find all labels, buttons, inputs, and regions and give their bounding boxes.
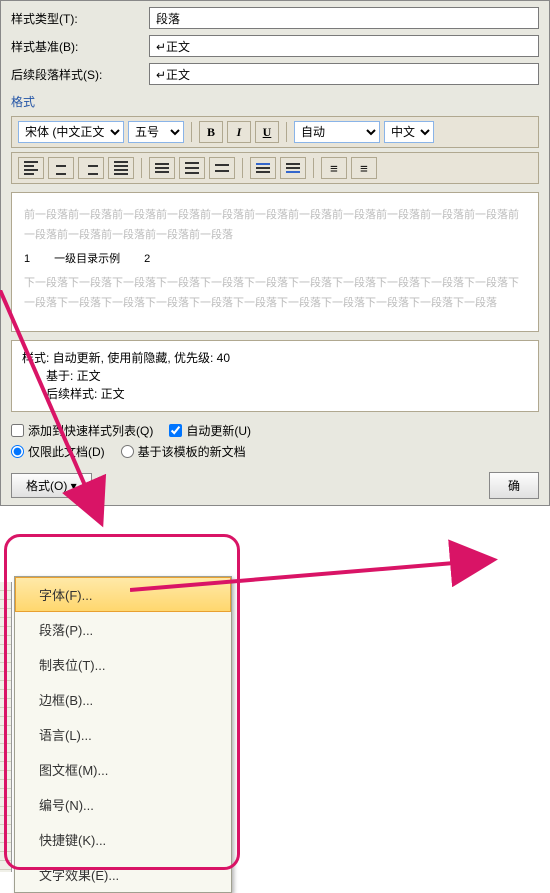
menu-numbering[interactable]: 编号(N)... [15,787,231,822]
bold-button[interactable]: B [199,121,223,143]
style-preview: 前一段落前一段落前一段落前一段落前一段落前一段落前一段落前一段落前一段落前一段落… [11,192,539,332]
menu-tabs[interactable]: 制表位(T)... [15,647,231,682]
only-this-doc-radio[interactable]: 仅限此文档(D) [11,443,105,460]
style-type-field[interactable] [149,7,539,29]
preview-after-text: 下一段落下一段落下一段落下一段落下一段落下一段落下一段落下一段落下一段落下一段落… [24,273,526,313]
style-info-box: 样式: 自动更新, 使用前隐藏, 优先级: 40 基于: 正文 后续样式: 正文 [11,340,539,412]
italic-button[interactable]: I [227,121,251,143]
preview-content-line: 1一级目录示例2 [24,249,526,269]
align-left-button[interactable] [18,157,44,179]
format-dropdown-menu: 字体(F)... 段落(P)... 制表位(T)... 边框(B)... 语言(… [14,576,232,893]
spacing-1-button[interactable] [149,157,175,179]
align-center-button[interactable] [48,157,74,179]
menu-font[interactable]: 字体(F)... [15,577,231,612]
align-justify-button[interactable] [108,157,134,179]
menu-shortcut[interactable]: 快捷键(K)... [15,822,231,857]
increase-indent-button[interactable]: ≡ [351,157,377,179]
decrease-before-button[interactable] [280,157,306,179]
add-quicklist-checkbox[interactable]: 添加到快速样式列表(Q) [11,422,153,439]
format-dropdown-button[interactable]: 格式(O) ▾ [11,473,92,498]
spacing-2-button[interactable] [209,157,235,179]
ok-button[interactable]: 确 [489,472,539,499]
font-family-select[interactable]: 宋体 (中文正文 [18,121,124,143]
style-base-label: 样式基准(B): [11,38,141,55]
menu-frame[interactable]: 图文框(M)... [15,752,231,787]
preview-before-text: 前一段落前一段落前一段落前一段落前一段落前一段落前一段落前一段落前一段落前一段落… [24,205,526,245]
follow-style-label: 后续段落样式(S): [11,66,141,83]
menu-paragraph[interactable]: 段落(P)... [15,612,231,647]
format-section-title: 格式 [11,93,539,110]
paragraph-toolbar: ≡ ≡ [11,152,539,184]
auto-update-checkbox[interactable]: 自动更新(U) [169,422,251,439]
menu-texteffect[interactable]: 文字效果(E)... [15,857,231,892]
vertical-ruler [0,582,12,872]
menu-language[interactable]: 语言(L)... [15,717,231,752]
style-type-label: 样式类型(T): [11,10,141,27]
menu-border[interactable]: 边框(B)... [15,682,231,717]
increase-before-button[interactable] [250,157,276,179]
lang-select[interactable]: 中文 [384,121,434,143]
align-right-button[interactable] [78,157,104,179]
spacing-15-button[interactable] [179,157,205,179]
style-base-field[interactable] [149,35,539,57]
follow-style-field[interactable] [149,63,539,85]
font-toolbar: 宋体 (中文正文 五号 B I U 自动 中文 [11,116,539,148]
underline-button[interactable]: U [255,121,279,143]
font-size-select[interactable]: 五号 [128,121,184,143]
decrease-indent-button[interactable]: ≡ [321,157,347,179]
based-on-template-radio[interactable]: 基于该模板的新文档 [121,443,246,460]
font-color-select[interactable]: 自动 [294,121,380,143]
